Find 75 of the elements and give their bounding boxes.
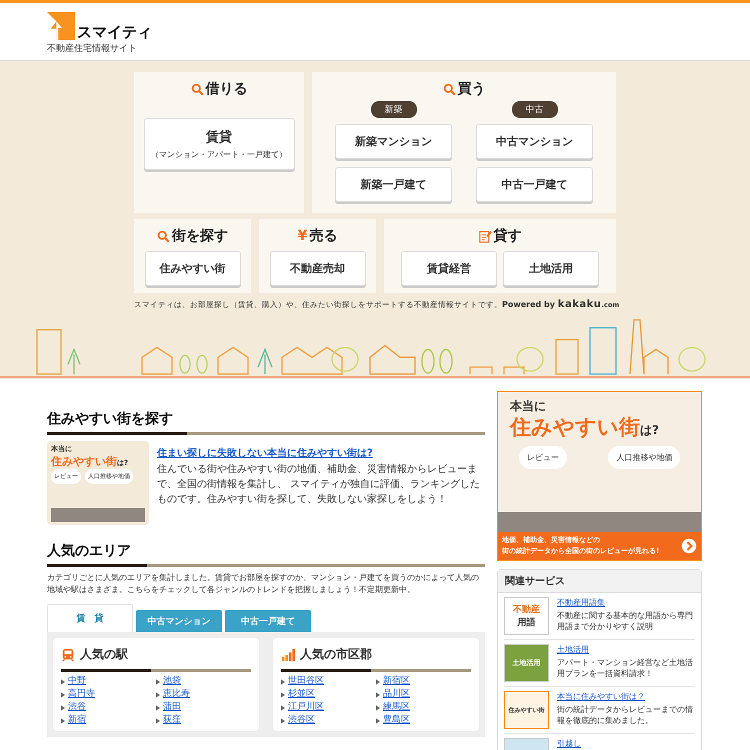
bullet-arrow-icon xyxy=(61,704,65,710)
site-logo[interactable]: スマイティ xyxy=(77,24,152,40)
bar-chart-icon xyxy=(281,648,295,662)
bullet-arrow-icon xyxy=(281,718,285,724)
service-description: 不動産に関する基本的な用語から専門用語まで分かりやすく説明 xyxy=(557,610,694,632)
memo-pencil-icon xyxy=(478,230,492,242)
train-icon xyxy=(61,648,75,662)
bullet-arrow-icon xyxy=(281,692,285,698)
area-link[interactable]: 蒲田 xyxy=(163,701,181,714)
town-description: 住んでいる街や住みやすい街の地価、補助金、災害情報からレビューまで、全国の街情報を集計し、 スマイティが独自に評価、ランキングしたものです。住みやすい街を探して、失敗しない家探しをしよう！ xyxy=(157,462,482,507)
category-tab[interactable]: 賃 貸 xyxy=(47,604,133,632)
service-link[interactable]: 不動産用語集 xyxy=(557,597,695,608)
bullet-arrow-icon xyxy=(376,678,380,684)
bullet-arrow-icon xyxy=(281,678,285,684)
service-button[interactable]: 賃貸経営 xyxy=(401,251,497,286)
service-description: 街の統計データからレビューまでの情報を徹底的に集めました。 xyxy=(557,704,694,726)
category-badge: 新築 xyxy=(370,101,416,118)
service-link[interactable]: 土地活用 xyxy=(557,644,695,655)
category-button[interactable]: 中古一戸建て xyxy=(476,167,593,202)
service-button[interactable]: 不動産売却 xyxy=(270,251,366,286)
service-button[interactable]: 住みやすい街 xyxy=(144,251,240,286)
area-link[interactable]: 高円寺 xyxy=(68,688,95,701)
card-title: 人気の駅 xyxy=(80,646,128,663)
bullet-arrow-icon xyxy=(376,718,380,724)
bullet-arrow-icon xyxy=(61,678,65,684)
area-link[interactable]: 荻窪 xyxy=(163,714,181,727)
panel-title: 街を探す xyxy=(172,227,228,245)
search-icon xyxy=(190,82,204,96)
house-logo-icon[interactable] xyxy=(47,12,75,40)
search-icon xyxy=(442,82,456,96)
area-link[interactable]: 恵比寿 xyxy=(163,688,190,701)
category-button[interactable]: 新築マンション xyxy=(335,124,452,159)
rent-button[interactable]: 賃貸 （マンション・アパート・一戸建て） xyxy=(144,118,294,170)
panel-title: 借りる xyxy=(206,80,248,98)
service-description: アパート・マンション経営など土地活用プランを一括資料請求！ xyxy=(557,657,694,679)
site-tagline: 不動産住宅情報サイト xyxy=(47,42,138,55)
section-title: 人気のエリア xyxy=(47,542,132,560)
bullet-arrow-icon xyxy=(156,704,160,710)
area-link[interactable]: 渋谷 xyxy=(68,701,86,714)
area-link[interactable]: 杉並区 xyxy=(288,688,315,701)
panel-title: 買う xyxy=(458,80,486,98)
town-article-link[interactable]: 住まい探しに失敗しない本当に住みやすい街は? xyxy=(157,448,373,459)
bullet-arrow-icon xyxy=(61,692,65,698)
yen-icon: ¥ xyxy=(298,228,308,244)
area-link[interactable]: 渋谷区 xyxy=(288,714,315,727)
area-link[interactable]: 江戸川区 xyxy=(288,701,324,714)
search-icon xyxy=(157,230,170,242)
panel-header: 関連サービス xyxy=(498,570,701,593)
service-button[interactable]: 土地活用 xyxy=(503,251,599,286)
bullet-arrow-icon xyxy=(376,704,380,710)
arrow-circle-icon xyxy=(681,538,697,554)
service-link[interactable]: 引越し xyxy=(557,738,581,749)
area-link[interactable]: 品川区 xyxy=(383,688,410,701)
bullet-arrow-icon xyxy=(156,692,160,698)
area-link[interactable]: 中野 xyxy=(68,675,86,688)
area-link[interactable]: 世田谷区 xyxy=(288,675,324,688)
area-link[interactable]: 練馬区 xyxy=(383,701,410,714)
category-button[interactable]: 中古マンション xyxy=(476,124,593,159)
section-title: 住みやすい街を探す xyxy=(47,410,174,428)
panel-title: 貸す xyxy=(494,227,522,245)
category-badge: 中古 xyxy=(512,101,558,118)
card-title: 人気の市区郡 xyxy=(300,646,372,663)
area-link[interactable]: 新宿 xyxy=(68,714,86,727)
area-link[interactable]: 池袋 xyxy=(163,675,181,688)
bullet-arrow-icon xyxy=(61,718,65,724)
service-thumbnail[interactable]: 不動産 用語 xyxy=(504,597,549,635)
bullet-arrow-icon xyxy=(281,704,285,710)
area-link[interactable]: 新宿区 xyxy=(383,675,410,688)
bullet-arrow-icon xyxy=(376,692,380,698)
service-link[interactable]: 本当に住みやすい街は？ xyxy=(557,691,695,702)
panel-title: 売る xyxy=(309,227,338,245)
area-link[interactable]: 豊島区 xyxy=(383,714,410,727)
bullet-arrow-icon xyxy=(156,718,160,724)
bullet-arrow-icon xyxy=(156,678,160,684)
category-button[interactable]: 新築一戸建て xyxy=(335,167,452,202)
